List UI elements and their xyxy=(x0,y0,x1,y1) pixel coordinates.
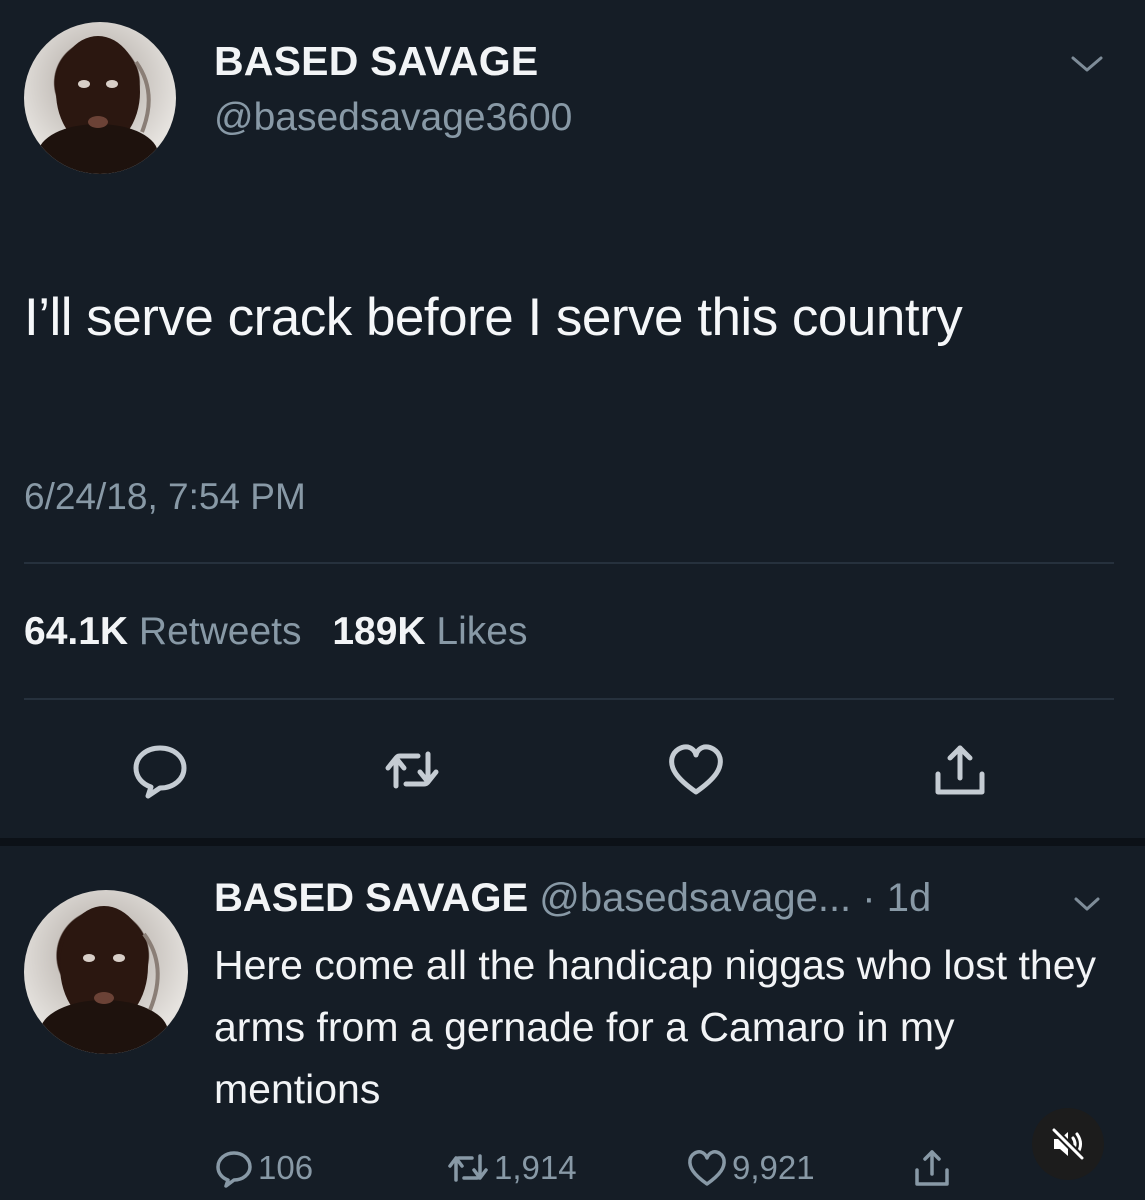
reply-tweet[interactable]: BASED SAVAGE @basedsavage... · 1d Here c… xyxy=(0,846,1145,1200)
tweet-timestamp[interactable]: 6/24/18, 7:54 PM xyxy=(24,476,306,518)
chevron-down-icon[interactable] xyxy=(1069,52,1105,76)
heart-icon xyxy=(688,1150,726,1186)
retweet-icon[interactable] xyxy=(382,740,442,800)
main-tweet: BASED SAVAGE @basedsavage3600 I’ll serve… xyxy=(0,0,1145,838)
likes-count[interactable]: 189K xyxy=(332,610,425,653)
share-button[interactable] xyxy=(912,1146,956,1190)
retweets-count[interactable]: 64.1K xyxy=(24,610,128,653)
share-icon xyxy=(915,1150,949,1186)
user-handle[interactable]: @basedsavage... xyxy=(539,876,851,920)
speech-bubble-icon[interactable] xyxy=(130,740,190,800)
muted-speaker-icon xyxy=(1050,1126,1086,1162)
retweet-icon xyxy=(448,1154,488,1182)
speech-bubble-icon xyxy=(216,1151,252,1188)
tweet-stats: 64.1K Retweets 189K Likes xyxy=(24,610,547,654)
reply-header: BASED SAVAGE @basedsavage... · 1d xyxy=(214,876,931,921)
display-name[interactable]: BASED SAVAGE xyxy=(214,876,528,920)
reply-count: 106 xyxy=(258,1149,314,1186)
like-button[interactable]: 9,921 xyxy=(686,1146,815,1190)
like-count: 9,921 xyxy=(732,1149,815,1186)
reply-text: Here come all the handicap niggas who lo… xyxy=(214,942,1097,1112)
user-handle[interactable]: @basedsavage3600 xyxy=(214,96,572,140)
retweet-count: 1,914 xyxy=(494,1149,577,1186)
retweets-label[interactable]: Retweets xyxy=(139,610,302,653)
divider xyxy=(24,698,1114,700)
display-name[interactable]: BASED SAVAGE xyxy=(214,38,538,85)
avatar[interactable] xyxy=(24,22,176,174)
section-separator xyxy=(0,838,1145,846)
tweet-text: I’ll serve crack before I serve this cou… xyxy=(24,288,963,347)
reply-button[interactable]: 106 xyxy=(214,1146,313,1190)
chevron-down-icon[interactable] xyxy=(1072,894,1102,914)
avatar[interactable] xyxy=(24,890,188,1054)
avatar-image xyxy=(40,906,168,1054)
share-icon[interactable] xyxy=(930,740,990,800)
divider xyxy=(24,562,1114,564)
avatar-image xyxy=(38,36,158,174)
mute-button[interactable] xyxy=(1032,1108,1104,1180)
tweet-time[interactable]: · 1d xyxy=(862,876,931,920)
retweet-button[interactable]: 1,914 xyxy=(446,1146,577,1190)
heart-icon[interactable] xyxy=(666,740,726,800)
likes-label[interactable]: Likes xyxy=(436,610,527,653)
